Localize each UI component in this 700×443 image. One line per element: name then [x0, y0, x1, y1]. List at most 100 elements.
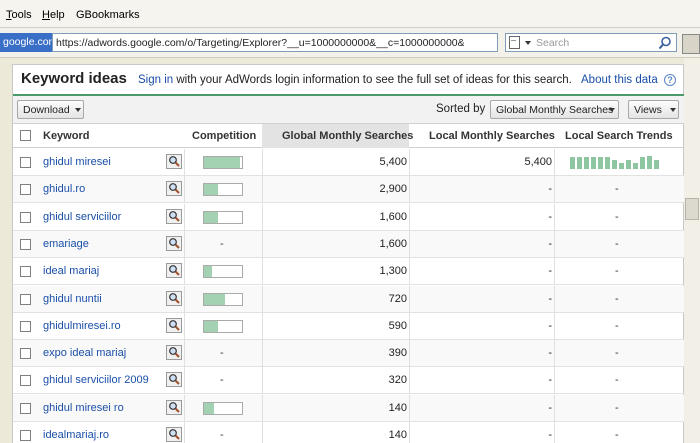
global-monthly-value: 720 — [388, 292, 407, 305]
competition-bar — [203, 401, 243, 415]
competition-bar-fill — [204, 293, 225, 305]
table-row: ghidul serviciilor 2009 - 320 - - — [13, 367, 685, 395]
toolbar-overflow-button[interactable] — [682, 34, 700, 54]
sort-select[interactable]: Global Monthly Searches — [490, 100, 619, 119]
page-scrollbar[interactable] — [684, 58, 700, 443]
search-keyword-icon[interactable] — [166, 399, 182, 415]
column-divider — [184, 312, 185, 340]
trend-value: - — [615, 292, 619, 305]
url-text[interactable]: https://adwords.google.com/o/Targeting/E… — [56, 37, 464, 49]
download-button[interactable]: Download — [17, 100, 84, 119]
search-keyword-icon[interactable] — [166, 290, 182, 306]
search-keyword-icon[interactable] — [166, 263, 182, 279]
keyword-link[interactable]: ideal mariaj — [43, 265, 99, 277]
signin-message: Sign in with your AdWords login informat… — [138, 74, 572, 86]
search-input[interactable]: Search — [536, 37, 569, 49]
search-keyword-icon[interactable] — [166, 317, 182, 333]
search-keyword-icon[interactable] — [166, 345, 182, 361]
search-keyword-icon[interactable] — [166, 208, 182, 224]
trend-bar — [640, 157, 645, 169]
signin-link[interactable]: Sign in — [138, 74, 173, 86]
trend-value: - — [615, 374, 619, 387]
local-monthly-value: - — [548, 292, 552, 305]
trend-value: - — [615, 183, 619, 196]
scrollbar-thumb[interactable] — [685, 198, 699, 220]
column-divider — [184, 285, 185, 313]
column-divider — [184, 340, 185, 368]
keyword-link[interactable]: ghidul.ro — [43, 183, 85, 195]
column-header-competition[interactable]: Competition — [192, 130, 256, 142]
competition-value: - — [220, 347, 224, 360]
column-divider — [554, 312, 555, 340]
global-monthly-value: 320 — [388, 374, 407, 387]
row-checkbox[interactable] — [20, 293, 31, 305]
global-monthly-value: 1,600 — [379, 237, 407, 250]
competition-bar-fill — [204, 402, 214, 414]
menu-tools[interactable]: Tools — [6, 9, 32, 21]
keyword-link[interactable]: ghidul serviciilor — [43, 211, 121, 223]
search-bar[interactable]: Search — [505, 33, 677, 52]
search-engine-dropdown-icon[interactable] — [525, 41, 531, 45]
search-keyword-icon[interactable] — [166, 372, 182, 388]
help-icon[interactable]: ? — [664, 74, 676, 86]
row-checkbox[interactable] — [20, 238, 31, 250]
column-divider — [184, 394, 185, 422]
table-row: emariage - 1,600 - - — [13, 230, 685, 258]
search-go-icon[interactable] — [658, 36, 672, 50]
local-monthly-value: - — [548, 347, 552, 360]
column-header-local-trends[interactable]: Local Search Trends — [565, 130, 673, 142]
select-all-checkbox[interactable] — [20, 130, 31, 141]
row-checkbox[interactable] — [20, 402, 31, 414]
site-identity-badge[interactable]: google.com — [0, 33, 52, 52]
global-monthly-value: 5,400 — [379, 156, 407, 168]
local-monthly-value: 5,400 — [524, 156, 552, 168]
menu-help[interactable]: Help — [42, 9, 65, 21]
search-keyword-icon[interactable] — [166, 154, 182, 169]
keyword-link[interactable]: ghidul nuntii — [43, 293, 102, 305]
search-keyword-icon[interactable] — [166, 427, 182, 442]
trend-bar — [619, 162, 624, 169]
keyword-link[interactable]: idealmariaj.ro — [43, 429, 109, 441]
row-checkbox[interactable] — [20, 430, 31, 441]
column-header-keyword[interactable]: Keyword — [43, 130, 89, 142]
column-header-global-monthly[interactable]: Global Monthly Searches — [282, 130, 413, 142]
column-divider — [554, 203, 555, 231]
trend-value: - — [615, 429, 619, 441]
about-data-link[interactable]: About this data — [581, 74, 658, 86]
local-monthly-value: - — [548, 210, 552, 223]
address-bar[interactable]: https://adwords.google.com/o/Targeting/E… — [52, 33, 498, 52]
menu-gbookmarks[interactable]: GBookmarks — [76, 9, 140, 21]
trend-bar — [612, 159, 617, 169]
trend-bar — [598, 157, 603, 169]
competition-value: - — [220, 429, 224, 441]
column-divider — [554, 176, 555, 204]
global-monthly-value: 2,900 — [379, 183, 407, 196]
keyword-link[interactable]: expo ideal mariaj — [43, 347, 126, 359]
table-row: ghidul miresei ro 140 - - — [13, 394, 685, 422]
row-checkbox[interactable] — [20, 211, 31, 223]
row-checkbox[interactable] — [20, 320, 31, 332]
competition-bar — [203, 183, 243, 197]
column-header-local-monthly[interactable]: Local Monthly Searches — [429, 130, 555, 142]
keyword-link[interactable]: ghidul miresei — [43, 156, 111, 168]
keyword-link[interactable]: ghidulmiresei.ro — [43, 320, 121, 332]
row-checkbox[interactable] — [20, 266, 31, 278]
keyword-link[interactable]: ghidul miresei ro — [43, 402, 124, 414]
row-checkbox[interactable] — [20, 157, 31, 168]
row-checkbox[interactable] — [20, 184, 31, 196]
competition-value: - — [220, 374, 224, 387]
row-checkbox[interactable] — [20, 375, 31, 387]
global-monthly-value: 140 — [388, 401, 407, 414]
column-divider — [554, 394, 555, 422]
row-checkbox[interactable] — [20, 348, 31, 360]
search-engine-icon[interactable] — [509, 36, 520, 49]
local-monthly-value: - — [548, 319, 552, 332]
keyword-link[interactable]: emariage — [43, 238, 89, 250]
search-keyword-icon[interactable] — [166, 181, 182, 197]
trend-bar — [570, 157, 575, 169]
chevron-down-icon — [609, 108, 615, 112]
trend-bar — [584, 157, 589, 169]
search-keyword-icon[interactable] — [166, 235, 182, 251]
views-button[interactable]: Views — [628, 100, 679, 119]
keyword-link[interactable]: ghidul serviciilor 2009 — [43, 374, 149, 386]
